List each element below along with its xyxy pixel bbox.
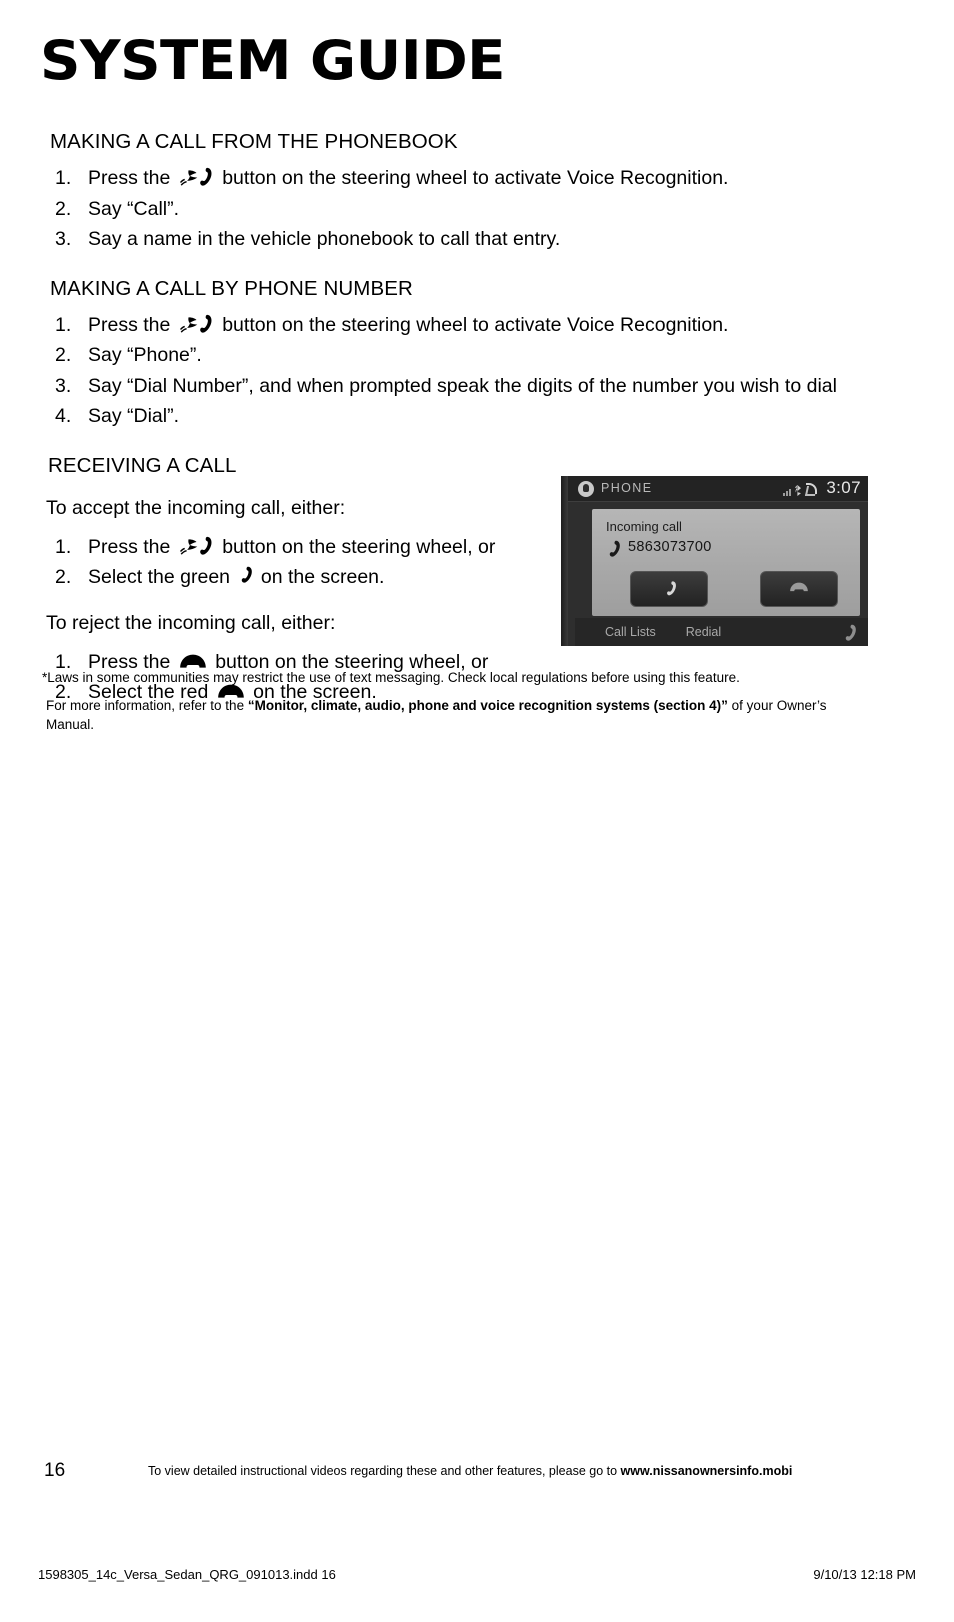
step-number: 2. (55, 197, 72, 220)
list-item: 1. Press the button on the steering wheel… (0, 310, 954, 341)
step-number: 3. (55, 374, 72, 397)
step-number: 2. (55, 566, 72, 588)
vehicle-display-screenshot: PHONE 3:07 Incoming call 5863073700 Call… (561, 476, 868, 646)
display-screen: PHONE 3:07 Incoming call 5863073700 Call… (568, 476, 868, 646)
list-item: 2. Say “Call”. (0, 194, 954, 225)
step-list-phone-number: 1. Press the button on the steering wheel… (0, 310, 954, 432)
step-number: 3. (55, 228, 72, 250)
print-slug-filename: 1598305_14c_Versa_Sedan_QRG_091013.indd … (38, 1567, 336, 1582)
step-text: Say “Dial Number”, and when prompted spe… (88, 374, 837, 397)
step-number: 4. (55, 405, 72, 427)
footnote-manual-reference: “Monitor, climate, audio, phone and voic… (247, 698, 728, 713)
page-title: SYSTEM GUIDE (40, 29, 506, 92)
step-text-after: button on the steering wheel to activate… (216, 167, 729, 189)
video-note-text: To view detailed instructional videos re… (148, 1464, 621, 1478)
handset-offhook-icon (238, 566, 253, 586)
list-item: 3. Say “Dial Number”, and when prompted s… (0, 371, 954, 402)
step-text-after: button on the steering wheel to activate… (216, 313, 729, 336)
display-tab-bar: Call Lists Redial (575, 618, 868, 646)
phone-round-icon (578, 481, 594, 497)
step-list-phonebook: 1. Press the button on the steering wheel… (0, 163, 954, 255)
list-item: 1. Press the button on the steering wheel… (0, 163, 954, 194)
step-number: 2. (55, 344, 72, 366)
section-heading-phonebook: MAKING A CALL FROM THE PHONEBOOK (50, 130, 458, 153)
handset-onhook-icon (179, 653, 207, 669)
footnote-more-information: For more information, refer to the “Moni… (46, 696, 856, 734)
handset-offhook-icon[interactable] (842, 624, 856, 641)
talk-phone-icon (179, 536, 215, 556)
footnotes: *Laws in some communities may restrict t… (42, 668, 862, 734)
step-text-after: on the screen. (255, 566, 385, 588)
signal-bars-icon (783, 487, 791, 496)
incoming-call-number-row: 5863073700 (606, 539, 712, 557)
handset-offhook-icon (659, 579, 679, 599)
display-status-icons (783, 483, 817, 496)
step-text-before: Press the (88, 535, 176, 558)
list-item: 4. Say “Dial”. (0, 401, 954, 432)
bluetooth-icon (795, 485, 801, 496)
step-text: Say a name in the vehicle phonebook to c… (88, 228, 561, 250)
video-note-url: www.nissanownersinfo.mobi (620, 1464, 793, 1478)
step-text-before: Select the green (88, 566, 236, 588)
video-note: To view detailed instructional videos re… (148, 1464, 792, 1478)
display-header-label: PHONE (601, 481, 653, 495)
step-text-before: Press the (88, 167, 176, 189)
document-page: SYSTEM GUIDE MAKING A CALL FROM THE PHON… (0, 0, 954, 1622)
section-heading-phone-number: MAKING A CALL BY PHONE NUMBER (50, 276, 413, 300)
incoming-call-number: 5863073700 (628, 539, 712, 555)
incoming-call-label: Incoming call (606, 519, 682, 534)
accept-call-button[interactable] (630, 571, 708, 607)
handset-offhook-icon (606, 540, 620, 557)
tab-call-lists[interactable]: Call Lists (605, 625, 656, 639)
talk-phone-icon (179, 314, 215, 334)
list-item: 3. Say a name in the vehicle phonebook to… (0, 224, 954, 255)
step-text: Say “Dial”. (88, 405, 180, 427)
list-item: 2. Say “Phone”. (0, 340, 954, 371)
step-number: 1. (55, 167, 72, 189)
display-clock: 3:07 (826, 478, 861, 497)
handset-onhook-icon (789, 579, 809, 599)
display-header-bar: PHONE 3:07 (568, 476, 868, 502)
step-text: Say “Phone”. (88, 344, 202, 366)
reception-icon (805, 483, 817, 496)
page-number: 16 (44, 1460, 66, 1481)
print-slug-timestamp: 9/10/13 12:18 PM (813, 1567, 916, 1582)
step-number: 1. (55, 535, 72, 558)
footnote-pre: For more information, refer to the (46, 698, 248, 713)
step-text-before: Press the (88, 313, 176, 336)
talk-phone-icon (179, 167, 215, 187)
incoming-call-dialog: Incoming call 5863073700 (592, 509, 860, 616)
step-number: 1. (55, 313, 72, 336)
section-heading-receiving: RECEIVING A CALL (48, 453, 237, 477)
display-bezel (561, 476, 568, 646)
tab-redial[interactable]: Redial (686, 625, 721, 639)
step-text-after: button on the steering wheel, or (216, 535, 496, 558)
step-text: Say “Call”. (88, 197, 180, 220)
footnote-text-messaging: *Laws in some communities may restrict t… (42, 670, 740, 685)
reject-call-button[interactable] (760, 571, 838, 607)
